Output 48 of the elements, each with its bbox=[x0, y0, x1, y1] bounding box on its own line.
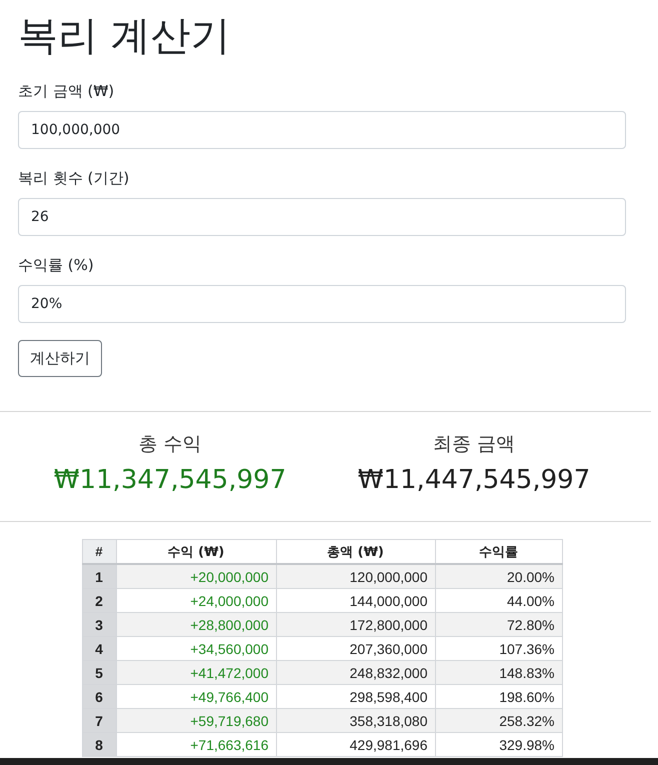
table-cell: 207,360,000 bbox=[276, 636, 435, 660]
table-cell: 358,318,080 bbox=[276, 708, 435, 732]
table-cell: +20,000,000 bbox=[116, 564, 276, 588]
table-cell: +28,800,000 bbox=[116, 612, 276, 636]
table-cell: 7 bbox=[82, 708, 116, 732]
table-cell: 107.36% bbox=[435, 636, 562, 660]
input-field[interactable]: 20% bbox=[18, 285, 626, 323]
table-cell: 329.98% bbox=[435, 732, 562, 756]
table-cell: 44.00% bbox=[435, 588, 562, 612]
column-header: # bbox=[82, 540, 116, 564]
table-cell: 198.60% bbox=[435, 684, 562, 708]
table-cell: 8 bbox=[82, 732, 116, 756]
table-cell: 148.83% bbox=[435, 660, 562, 684]
field-label: 수익률 (%) bbox=[18, 255, 94, 276]
table-cell: 6 bbox=[82, 684, 116, 708]
table-cell: 2 bbox=[82, 588, 116, 612]
field-label: 복리 횟수 (기간) bbox=[18, 168, 130, 189]
input-field[interactable]: 100,000,000 bbox=[18, 111, 626, 149]
page-title: 복리 계산기 bbox=[18, 12, 232, 61]
table-cell: 72.80% bbox=[435, 612, 562, 636]
summary-label: 총 수익 bbox=[138, 432, 202, 457]
table-cell: 5 bbox=[82, 660, 116, 684]
column-header: 수익 (₩) bbox=[116, 540, 276, 564]
table-cell: 298,598,400 bbox=[276, 684, 435, 708]
table-cell: 248,832,000 bbox=[276, 660, 435, 684]
field-label: 초기 금액 (₩) bbox=[18, 81, 114, 102]
table-cell: +34,560,000 bbox=[116, 636, 276, 660]
table-cell: +71,663,616 bbox=[116, 732, 276, 756]
table-cell: 120,000,000 bbox=[276, 564, 435, 588]
summary-value: ₩11,447,545,997 bbox=[358, 464, 590, 497]
input-field[interactable]: 26 bbox=[18, 198, 626, 236]
column-header: 수익률 bbox=[435, 540, 562, 564]
table-cell: 20.00% bbox=[435, 564, 562, 588]
table-cell: 1 bbox=[82, 564, 116, 588]
table-cell: 144,000,000 bbox=[276, 588, 435, 612]
table-cell: 258.32% bbox=[435, 708, 562, 732]
table-cell: 429,981,696 bbox=[276, 732, 435, 756]
table-cell: 4 bbox=[82, 636, 116, 660]
table-cell: 3 bbox=[82, 612, 116, 636]
column-header: 총액 (₩) bbox=[276, 540, 435, 564]
table-cell: +24,000,000 bbox=[116, 588, 276, 612]
summary-label: 최종 금액 bbox=[432, 432, 516, 457]
table-cell: 172,800,000 bbox=[276, 612, 435, 636]
calculate-button[interactable]: 계산하기 bbox=[18, 340, 102, 377]
table-cell: +59,719,680 bbox=[116, 708, 276, 732]
table-cell: +49,766,400 bbox=[116, 684, 276, 708]
table-cell: +41,472,000 bbox=[116, 660, 276, 684]
summary-value: ₩11,347,545,997 bbox=[54, 464, 286, 497]
